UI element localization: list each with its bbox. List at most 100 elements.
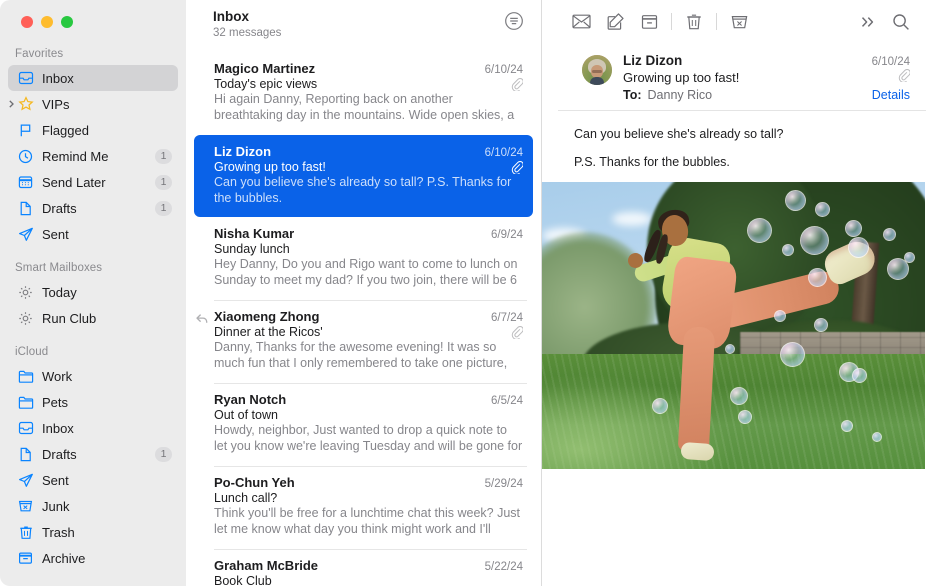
minimize-button[interactable] [41,16,53,28]
recipient-name: Danny Rico [648,88,713,102]
sidebar-item-label: Trash [42,525,178,540]
replied-icon [196,311,208,322]
message-preview: Think you'll be free for a lunchtime cha… [214,506,523,538]
message-sender: Ryan Notch [214,392,286,407]
archive-icon [16,549,35,567]
sidebar-item-pets[interactable]: Pets [8,389,178,415]
sidebar-item-work[interactable]: Work [8,363,178,389]
attachment-icon [511,326,523,339]
junk-button[interactable] [722,9,756,35]
message-row[interactable]: Ryan Notch 6/5/24 Out of town Howdy, nei… [194,383,533,466]
sidebar-item-label: Work [42,369,178,384]
sidebar-item-icloud-sent[interactable]: Sent [8,467,178,493]
document-icon [16,445,35,463]
message-preview: Can you believe she's already so tall? P… [214,175,523,206]
sidebar-item-label: Archive [42,551,178,566]
message-subject: Today's epic views [214,77,317,91]
message-rows[interactable]: Magico Martinez 6/10/24 Today's epic vie… [186,52,541,586]
sidebar-item-inbox[interactable]: Inbox [8,65,178,91]
star-icon [16,95,35,113]
message-preview: Danny, Thanks for the awesome evening! I… [214,340,523,372]
message-subject: Growing up too fast! [623,70,739,85]
sidebar-item-run-club[interactable]: Run Club [8,305,178,331]
mark-unread-button[interactable] [564,9,598,35]
details-link[interactable]: Details [872,88,910,102]
sidebar-item-label: Drafts [42,447,155,462]
sidebar-item-drafts[interactable]: Drafts 1 [8,195,178,221]
calendar-icon [16,173,35,191]
message-subject: Lunch call? [214,491,277,505]
message-sender: Graham McBride [214,558,318,573]
toolbar-divider [671,13,672,30]
sidebar-item-icloud-inbox[interactable]: Inbox [8,415,178,441]
message-sender: Nisha Kumar [214,226,294,241]
sidebar-item-label: Flagged [42,123,178,138]
sidebar-item-junk[interactable]: Junk [8,493,178,519]
trash-icon [16,523,35,541]
attachment-image-wrapper [542,182,932,469]
zoom-button[interactable] [61,16,73,28]
sidebar-item-sent[interactable]: Sent [8,221,178,247]
message-subject: Growing up too fast! [214,160,326,174]
sender-name: Liz Dizon [623,53,682,68]
sidebar-item-label: Pets [42,395,178,410]
message-row[interactable]: Graham McBride 5/22/24 Book Club Are you… [194,549,533,586]
toolbar-divider [716,13,717,30]
message-row[interactable]: Xiaomeng Zhong 6/7/24 Dinner at the Rico… [194,300,533,383]
archive-button[interactable] [632,9,666,35]
photo-girl-kicking-with-bubbles[interactable] [542,182,925,469]
sidebar-section-smart-title: Smart Mailboxes [0,258,186,279]
message-preview: Hey Danny, Do you and Rigo want to come … [214,257,523,289]
sidebar-item-remind-me[interactable]: Remind Me 1 [8,143,178,169]
delete-button[interactable] [677,9,711,35]
filter-icon[interactable] [503,10,525,32]
folder-icon [16,393,35,411]
sidebar-item-flagged[interactable]: Flagged [8,117,178,143]
document-icon [16,199,35,217]
message-date: 5/29/24 [485,478,523,490]
sidebar-item-label: Sent [42,473,178,488]
message-list-header: Inbox 32 messages [186,0,541,52]
message-preview: Howdy, neighbor, Just wanted to drop a q… [214,423,523,455]
unread-badge: 1 [155,149,172,164]
message-row[interactable]: Liz Dizon 6/10/24 Growing up too fast! C… [194,135,533,217]
clock-icon [16,147,35,165]
sidebar-item-label: Send Later [42,175,155,190]
sidebar-item-icloud-drafts[interactable]: Drafts 1 [8,441,178,467]
mailbox-title: Inbox [213,8,281,25]
message-subject: Dinner at the Ricos' [214,325,323,339]
sidebar-item-today[interactable]: Today [8,279,178,305]
sidebar-item-label: Run Club [42,311,178,326]
message-body: Can you believe she's already so tall? P… [542,111,932,182]
message-row[interactable]: Nisha Kumar 6/9/24 Sunday lunch Hey Dann… [194,217,533,300]
search-icon[interactable] [884,9,918,35]
more-button[interactable] [850,9,884,35]
sidebar-item-trash[interactable]: Trash [8,519,178,545]
flag-icon [16,121,35,139]
message-header: Liz Dizon 6/10/24 Growing up too fast! T… [558,43,926,111]
sidebar-section-icloud-title: iCloud [0,342,186,363]
close-button[interactable] [21,16,33,28]
compose-button[interactable] [598,9,632,35]
message-row[interactable]: Po-Chun Yeh 5/29/24 Lunch call? Think yo… [194,466,533,549]
body-paragraph: Can you believe she's already so tall? [574,126,916,143]
sidebar-item-label: VIPs [42,97,178,112]
folder-icon [16,367,35,385]
sidebar-item-label: Sent [42,227,178,242]
message-sender: Po-Chun Yeh [214,475,295,490]
message-row[interactable]: Magico Martinez 6/10/24 Today's epic vie… [194,52,533,135]
message-date: 6/5/24 [491,395,523,407]
gear-icon [16,283,35,301]
reader-toolbar [542,0,932,43]
unread-badge: 1 [155,201,172,216]
sidebar-item-archive[interactable]: Archive [8,545,178,571]
sidebar-item-send-later[interactable]: Send Later 1 [8,169,178,195]
message-count: 32 messages [213,26,281,41]
sidebar-item-label: Today [42,285,178,300]
sidebar-item-vips[interactable]: VIPs [8,91,178,117]
chevron-right-icon [7,100,16,109]
message-date: 6/7/24 [491,312,523,324]
message-sender: Liz Dizon [214,144,271,159]
attachment-icon [898,69,910,82]
gear-icon [16,309,35,327]
